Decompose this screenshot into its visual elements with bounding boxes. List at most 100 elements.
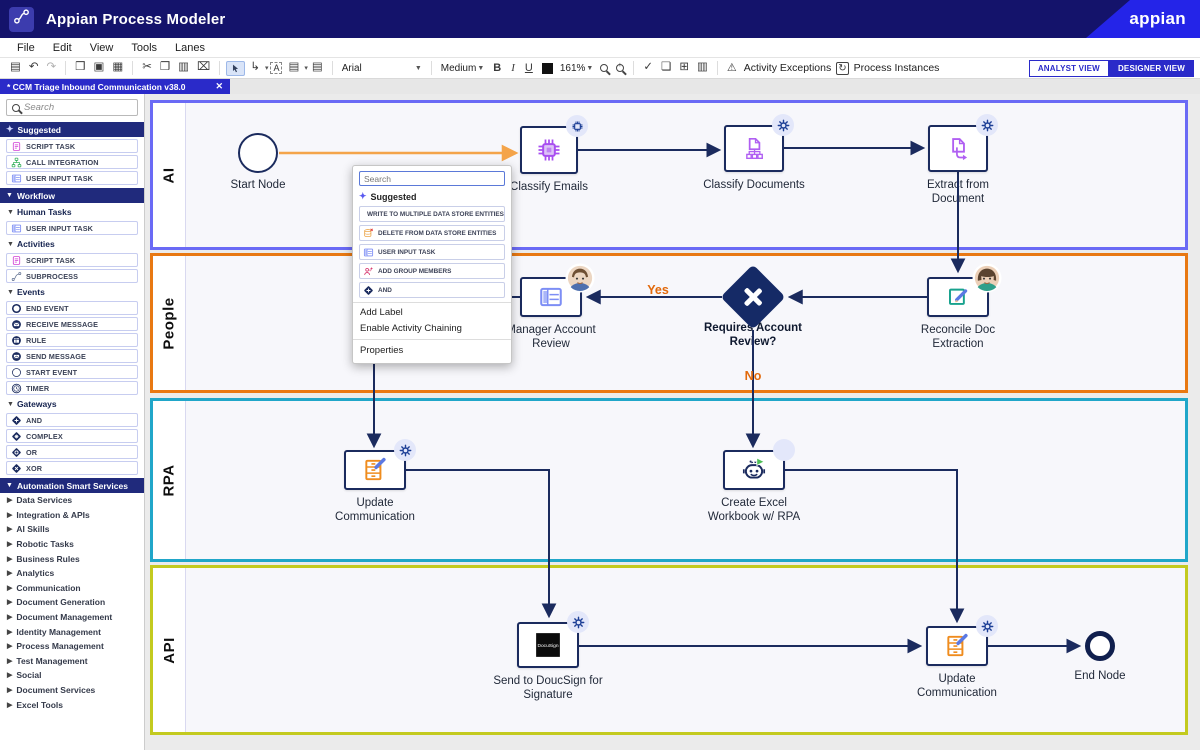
palette-item-subprocess[interactable]: SUBPROCESS (6, 269, 138, 283)
palette-category-communication[interactable]: ▶Communication (0, 581, 144, 596)
lanes-icon[interactable]: ▤ (285, 61, 302, 75)
palette-category-data-services[interactable]: ▶Data Services (0, 493, 144, 508)
node-extract-from-document[interactable] (928, 125, 988, 172)
node-send-to-docusign[interactable]: DocuSign (517, 622, 579, 668)
node-classify-documents[interactable] (724, 125, 784, 172)
text-label-icon[interactable]: A (270, 62, 282, 74)
undo-icon[interactable]: ↶ (26, 61, 42, 75)
zoom-in-icon[interactable]: + (616, 64, 624, 72)
palette-item-script-task[interactable]: SCRIPT TASK (6, 139, 138, 153)
gear-badge-icon[interactable] (567, 611, 589, 633)
connector-icon[interactable]: ↳ (247, 61, 263, 75)
palette-category-document-management[interactable]: ▶Document Management (0, 610, 144, 625)
menu-lanes[interactable]: Lanes (166, 42, 214, 54)
notes-icon[interactable]: ▤ (309, 61, 326, 75)
node-end-node[interactable] (1085, 631, 1115, 661)
palette-item-complex[interactable]: COMPLEX (6, 429, 138, 443)
ai-skill-badge-icon[interactable] (566, 115, 588, 137)
palette-subsection-gateways[interactable]: ▼Gateways (0, 397, 144, 411)
new-document-icon[interactable]: ▤ (7, 61, 24, 75)
palette-category-excel-tools[interactable]: ▶Excel Tools (0, 697, 144, 712)
palette-category-document-generation[interactable]: ▶Document Generation (0, 595, 144, 610)
palette-item-receive-message[interactable]: RECEIVE MESSAGE (6, 317, 138, 331)
print-icon[interactable]: ▦ (109, 61, 126, 75)
close-icon[interactable]: ✕ (215, 81, 223, 92)
process-instances-button[interactable]: Process Instances (854, 62, 940, 74)
designer-view-button[interactable]: DESIGNER VIEW (1109, 60, 1194, 77)
gear-badge-icon[interactable] (976, 615, 998, 637)
palette-search-input[interactable]: Search (6, 99, 138, 116)
palette-item-script-task[interactable]: SCRIPT TASK (6, 253, 138, 267)
delete-icon[interactable]: ⌧ (194, 61, 213, 75)
node-requires-account-review[interactable] (730, 274, 776, 320)
suggested-item-user-input-task[interactable]: USER INPUT TASK (359, 244, 505, 260)
palette-item-user-input-task[interactable]: USER INPUT TASK (6, 171, 138, 185)
zoom-out-icon[interactable]: − (600, 64, 608, 72)
palette-category-document-services[interactable]: ▶Document Services (0, 683, 144, 698)
gear-badge-icon[interactable] (772, 114, 794, 136)
palette-item-send-message[interactable]: SEND MESSAGE (6, 349, 138, 363)
chart-icon[interactable]: ▥ (694, 61, 711, 75)
node-start-node[interactable] (238, 133, 278, 173)
palette-item-start-event[interactable]: START EVENT (6, 365, 138, 379)
palette-category-integration-apis[interactable]: ▶Integration & APIs (0, 508, 144, 523)
palette-item-rule[interactable]: RULE (6, 333, 138, 347)
palette-subsection-activities[interactable]: ▼Activities (0, 237, 144, 251)
palette-section-suggested[interactable]: ✦Suggested (0, 122, 144, 137)
palette-subsection-events[interactable]: ▼Events (0, 285, 144, 299)
palette-category-identity-management[interactable]: ▶Identity Management (0, 624, 144, 639)
node-reconcile-doc-extraction[interactable] (927, 277, 989, 317)
menu-view[interactable]: View (81, 42, 123, 54)
suggested-item-write-to-multiple-data-store-entities[interactable]: WRITE TO MULTIPLE DATA STORE ENTITIES (359, 206, 505, 222)
analyst-view-button[interactable]: ANALYST VIEW (1029, 60, 1109, 77)
palette-category-analytics[interactable]: ▶Analytics (0, 566, 144, 581)
check-icon[interactable]: ✓ (640, 61, 656, 75)
palette-item-timer[interactable]: TIMER (6, 381, 138, 395)
palette-item-or[interactable]: OR (6, 445, 138, 459)
gear-badge-icon[interactable] (394, 439, 416, 461)
node-classify-emails[interactable] (520, 126, 578, 174)
palette-subsection-human-tasks[interactable]: ▼Human Tasks (0, 205, 144, 219)
palette-item-end-event[interactable]: END EVENT (6, 301, 138, 315)
italic-button[interactable]: I (507, 63, 519, 74)
palette-item-and[interactable]: AND (6, 413, 138, 427)
palette-section-automation-smart-services[interactable]: ▼Automation Smart Services (0, 478, 144, 493)
palette-section-workflow[interactable]: ▼Workflow (0, 188, 144, 203)
node-update-communication-api[interactable] (926, 626, 988, 666)
color-swatch[interactable] (542, 63, 553, 74)
pointer-icon[interactable] (226, 61, 245, 76)
grid-icon[interactable]: ⊞ (676, 61, 692, 75)
bold-button[interactable]: B (489, 63, 505, 74)
palette-category-business-rules[interactable]: ▶Business Rules (0, 551, 144, 566)
node-update-communication-rpa[interactable] (344, 450, 406, 490)
paste-icon[interactable]: ▥ (175, 61, 192, 75)
open-icon[interactable]: ❒ (72, 61, 88, 75)
menu-item-add-label[interactable]: Add Label (359, 303, 505, 319)
lanes-caret[interactable]: ▾ (304, 64, 308, 72)
cut-icon[interactable]: ✂ (139, 61, 155, 75)
activity-exceptions-button[interactable]: Activity Exceptions (744, 62, 832, 74)
comment-icon[interactable]: ❏ (658, 61, 674, 75)
palette-category-social[interactable]: ▶Social (0, 668, 144, 683)
redo-icon[interactable]: ↷ (44, 61, 60, 75)
suggested-item-delete-from-data-store-entities[interactable]: DELETE FROM DATA STORE ENTITIES (359, 225, 505, 241)
palette-category-robotic-tasks[interactable]: ▶Robotic Tasks (0, 537, 144, 552)
suggested-item-and[interactable]: AND (359, 282, 505, 298)
zoom-level-select[interactable]: 161%▼ (557, 63, 597, 74)
font-family-select[interactable]: Arial▼ (338, 63, 426, 74)
gear-badge-icon[interactable] (976, 114, 998, 136)
copy-icon[interactable]: ❐ (157, 61, 173, 75)
palette-category-test-management[interactable]: ▶Test Management (0, 654, 144, 669)
menu-tools[interactable]: Tools (122, 42, 166, 54)
palette-item-xor[interactable]: XOR (6, 461, 138, 475)
connector-caret[interactable]: ▾ (265, 64, 269, 72)
node-manager-account-review[interactable] (520, 277, 582, 317)
process-model-tab[interactable]: * CCM Triage Inbound Communication v38.0… (0, 79, 230, 94)
process-canvas[interactable]: APIRPAPeopleAI Search ✦ Suggested WRITE … (145, 94, 1200, 750)
palette-item-call-integration[interactable]: CALL INTEGRATION (6, 155, 138, 169)
save-icon[interactable]: ▣ (90, 61, 107, 75)
underline-button[interactable]: U (521, 63, 537, 74)
robot-badge-icon[interactable] (773, 439, 795, 461)
palette-category-process-management[interactable]: ▶Process Management (0, 639, 144, 654)
menu-file[interactable]: File (8, 42, 44, 54)
